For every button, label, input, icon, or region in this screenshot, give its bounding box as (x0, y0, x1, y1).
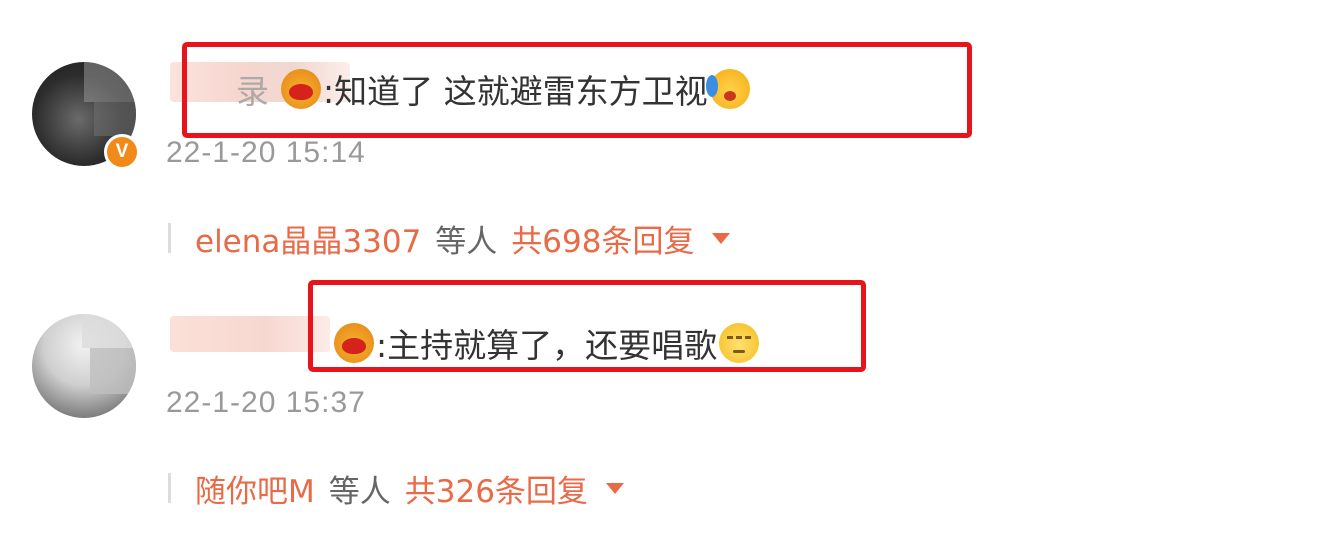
comment-item: :主持就算了，还要唱歌 22-1-20 15:37 随你吧M 等人 共326条回… (0, 270, 1326, 542)
comment-body: :主持就算了，还要唱歌 (376, 326, 718, 365)
reply-mid-text: 等人 (435, 223, 498, 260)
reply-divider (168, 223, 171, 253)
vip-emoji-icon (334, 323, 374, 363)
reply-users-link[interactable]: 随你吧M (195, 466, 315, 511)
reply-summary[interactable]: elena晶晶3307 等人 共698条回复 (168, 216, 731, 261)
reply-mid-text: 等人 (328, 473, 391, 510)
mosaic-blur (94, 102, 136, 136)
avatar[interactable] (32, 314, 136, 418)
mosaic-blur (82, 314, 136, 348)
reply-divider (168, 473, 171, 503)
timestamp: 22-1-20 15:37 (166, 386, 366, 419)
reply-count-link[interactable]: 共698条回复 (511, 216, 694, 261)
vip-emoji-icon (281, 69, 321, 109)
username-blurred[interactable] (170, 316, 330, 352)
comment-item: V 录 :知道了 这就避雷东方卫视 22-1-20 15:14 elena晶晶3… (0, 0, 1326, 270)
verified-badge-icon: V (104, 134, 140, 170)
comment-text: 录 :知道了 这就避雷东方卫视 (236, 66, 752, 112)
chevron-down-icon[interactable] (712, 232, 731, 244)
mosaic-blur (84, 62, 136, 102)
comment-text: :主持就算了，还要唱歌 (332, 320, 761, 366)
timestamp: 22-1-20 15:14 (166, 136, 366, 169)
crying-emoji-icon (705, 69, 750, 109)
speechless-emoji-icon (719, 323, 760, 363)
chevron-down-icon[interactable] (605, 482, 624, 494)
reply-summary[interactable]: 随你吧M 等人 共326条回复 (168, 466, 624, 510)
reply-count-link[interactable]: 共326条回复 (405, 466, 588, 511)
username-tail[interactable]: 录 (236, 65, 269, 113)
comment-body: :知道了 这就避雷东方卫视 (323, 72, 708, 111)
mosaic-blur (90, 348, 136, 394)
reply-users-link[interactable]: elena晶晶3307 (195, 216, 421, 261)
